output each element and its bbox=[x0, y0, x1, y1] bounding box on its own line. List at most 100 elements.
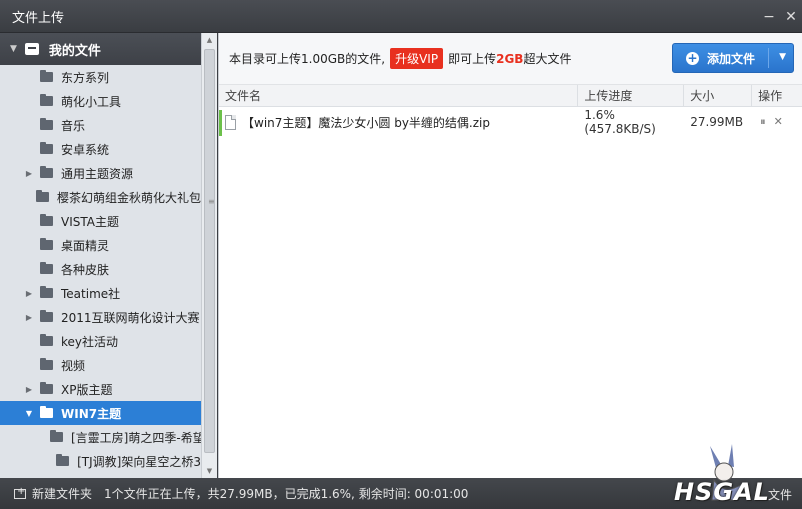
sidebar-item-label: WIN7主题 bbox=[61, 406, 122, 421]
sidebar-item[interactable]: 音乐 bbox=[0, 113, 201, 137]
folder-icon bbox=[40, 310, 53, 322]
quota-info-bar: 本目录可上传1.00GB的文件, 升级VIP 即可上传 2GB 超大文件 + 添… bbox=[219, 33, 802, 85]
sidebar-item-label: 视频 bbox=[61, 358, 86, 373]
chevron-right-icon[interactable]: ▶ bbox=[24, 313, 34, 322]
sidebar-item-label: 樱茶幻萌组金秋萌化大礼包 bbox=[56, 190, 201, 205]
header-filename[interactable]: 文件名 bbox=[219, 84, 579, 107]
sidebar-item-label: Teatime社 bbox=[61, 286, 121, 301]
briefcase-icon bbox=[24, 43, 39, 55]
folder-icon bbox=[50, 430, 63, 442]
sidebar-item[interactable]: key社活动 bbox=[0, 329, 201, 353]
grip-icon: ≡ bbox=[208, 197, 215, 206]
sidebar-item-label: 各种皮肤 bbox=[61, 262, 110, 277]
new-folder-label: 新建文件夹 bbox=[32, 487, 93, 501]
upgrade-vip-button[interactable]: 升级VIP bbox=[390, 48, 444, 69]
chevron-down-icon[interactable]: ▼ bbox=[24, 409, 34, 418]
sidebar-item[interactable]: ▶ 2011互联网萌化设计大赛 bbox=[0, 305, 201, 329]
folder-icon bbox=[40, 358, 53, 370]
sidebar-item[interactable]: 视频 bbox=[0, 353, 201, 377]
sidebar-item[interactable]: 萌化小工具 bbox=[0, 89, 201, 113]
watermark-logo: HSGAL bbox=[672, 440, 782, 506]
folder-icon bbox=[40, 286, 53, 298]
sidebar-item-label: XP版主题 bbox=[61, 382, 113, 397]
remove-icon[interactable]: ✕ bbox=[774, 115, 783, 129]
close-button[interactable]: ✕ bbox=[780, 0, 802, 33]
add-file-button[interactable]: + 添加文件 ▼ bbox=[672, 43, 794, 73]
quota-text-middle: 即可上传 bbox=[448, 52, 497, 66]
sidebar-item[interactable]: 安卓系统 bbox=[0, 137, 201, 161]
sidebar-item-label: 桌面精灵 bbox=[61, 238, 110, 253]
folder-icon bbox=[40, 118, 53, 130]
table-row[interactable]: 【win7主题】魔法少女小圆 by半缠的结偶.zip 1.6%(457.8KB/… bbox=[219, 108, 802, 136]
chevron-down-icon[interactable]: ▼ bbox=[10, 44, 17, 54]
add-file-label: 添加文件 bbox=[707, 51, 756, 66]
folder-icon bbox=[40, 214, 53, 226]
sidebar-item-label: VISTA主题 bbox=[61, 214, 119, 229]
sidebar-item[interactable]: VISTA主题 bbox=[0, 209, 201, 233]
folder-icon bbox=[40, 70, 53, 82]
table-header: 文件名 上传进度 大小 操作 bbox=[219, 84, 802, 107]
header-progress[interactable]: 上传进度 bbox=[578, 84, 685, 107]
window-title: 文件上传 bbox=[12, 10, 65, 26]
header-size[interactable]: 大小 bbox=[684, 84, 753, 107]
new-folder-button[interactable]: 新建文件夹 bbox=[0, 485, 104, 502]
chevron-right-icon[interactable]: ▶ bbox=[24, 385, 34, 394]
folder-icon bbox=[40, 238, 53, 250]
folder-tree: 东方系列萌化小工具音乐安卓系统 ▶ 通用主题资源樱茶幻萌组金秋萌化大礼包 VISTA主… bbox=[0, 65, 201, 473]
sidebar-item-label: 安卓系统 bbox=[61, 142, 110, 157]
file-name: 【win7主题】魔法少女小圆 by半缠的结偶.zip bbox=[242, 115, 490, 130]
scroll-up-icon[interactable]: ▲ bbox=[202, 33, 217, 47]
minimize-button[interactable]: − bbox=[758, 0, 780, 33]
sidebar-item[interactable]: 桌面精灵 bbox=[0, 233, 201, 257]
watermark-text: HSGAL bbox=[674, 478, 770, 506]
sidebar-item-label: 音乐 bbox=[61, 118, 86, 133]
file-progress: 1.6%(457.8KB/S) bbox=[584, 108, 656, 136]
scrollbar-thumb[interactable]: ≡ bbox=[204, 49, 215, 453]
sidebar-item[interactable]: [言靈工房]萌之四季-希望 bbox=[0, 425, 201, 449]
folder-sidebar: ▼ 我的文件 东方系列萌化小工具音乐安卓系统 ▶ 通用主题资源樱茶幻萌组金秋萌化大礼… bbox=[0, 33, 201, 478]
folder-icon bbox=[40, 262, 53, 274]
folder-icon bbox=[40, 142, 53, 154]
title-bar: 文件上传 − ✕ bbox=[0, 0, 802, 33]
file-size: 27.99MB bbox=[690, 115, 744, 129]
sidebar-item-label: key社活动 bbox=[61, 334, 119, 349]
tree-root-my-files[interactable]: ▼ 我的文件 bbox=[0, 33, 201, 65]
upload-status-text: 1个文件正在上传，共27.99MB，已完成1.6%, 剩余时间: 00:01:0… bbox=[104, 487, 469, 501]
folder-icon bbox=[56, 454, 70, 466]
tree-root-label: 我的文件 bbox=[48, 43, 101, 59]
sidebar-scrollbar[interactable]: ▲ ≡ ▼ bbox=[201, 33, 217, 478]
sidebar-item[interactable]: ▶ Teatime社 bbox=[0, 281, 201, 305]
sidebar-item[interactable]: 东方系列 bbox=[0, 65, 201, 89]
quota-highlight: 2GB bbox=[496, 51, 524, 66]
quota-text: 本目录可上传1.00GB的文件, bbox=[229, 52, 386, 66]
sidebar-item-label: 东方系列 bbox=[61, 70, 110, 85]
quota-text-after: 超大文件 bbox=[523, 52, 572, 66]
chevron-down-icon[interactable]: ▼ bbox=[779, 52, 786, 62]
folder-icon bbox=[40, 94, 53, 106]
sidebar-item[interactable]: ▼ WIN7主题 bbox=[0, 401, 201, 425]
sidebar-item-label: [TJ调教]架向星空之桥3 bbox=[77, 454, 201, 469]
sidebar-item[interactable]: ▶ 通用主题资源 bbox=[0, 161, 201, 185]
sidebar-item-label: [言靈工房]萌之四季-希望 bbox=[71, 430, 201, 445]
file-icon bbox=[225, 114, 236, 130]
sidebar-item[interactable]: [TJ调教]架向星空之桥3 bbox=[0, 449, 201, 473]
pause-icon[interactable]: ⏸ bbox=[760, 115, 766, 129]
folder-icon bbox=[40, 166, 53, 178]
scroll-down-icon[interactable]: ▼ bbox=[202, 464, 217, 478]
chevron-right-icon[interactable]: ▶ bbox=[24, 169, 34, 178]
chevron-right-icon[interactable]: ▶ bbox=[24, 289, 34, 298]
sidebar-item[interactable]: 樱茶幻萌组金秋萌化大礼包 bbox=[0, 185, 201, 209]
folder-icon bbox=[40, 406, 53, 418]
header-operation: 操作 bbox=[758, 89, 783, 103]
new-folder-icon bbox=[14, 486, 26, 499]
sidebar-item-label: 2011互联网萌化设计大赛 bbox=[61, 310, 200, 325]
folder-icon bbox=[40, 382, 53, 394]
sidebar-item-label: 通用主题资源 bbox=[61, 166, 134, 181]
sidebar-item[interactable]: 各种皮肤 bbox=[0, 257, 201, 281]
upload-panel: 本目录可上传1.00GB的文件, 升级VIP 即可上传 2GB 超大文件 + 添… bbox=[218, 33, 802, 478]
plus-icon: + bbox=[686, 50, 699, 65]
upload-progress-indicator bbox=[219, 110, 222, 136]
sidebar-item-label: 萌化小工具 bbox=[61, 94, 122, 109]
folder-icon bbox=[40, 334, 53, 346]
sidebar-item[interactable]: ▶ XP版主题 bbox=[0, 377, 201, 401]
